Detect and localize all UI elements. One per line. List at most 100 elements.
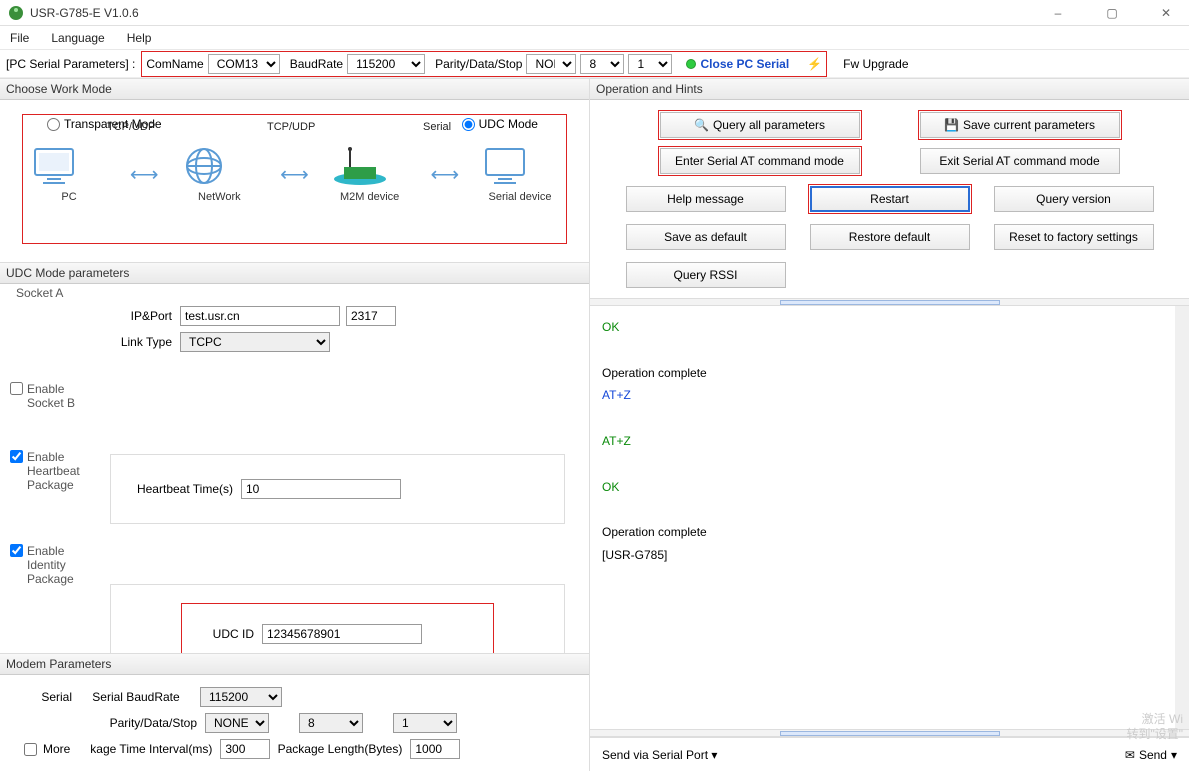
serial-label: Serial — [10, 690, 80, 704]
label-tcpudp-2: TCP/UDP — [267, 121, 315, 133]
udc-id-input[interactable] — [262, 624, 422, 644]
close-button[interactable]: ✕ — [1151, 6, 1181, 20]
serial-baudrate-select[interactable]: 115200 — [200, 687, 282, 707]
modem-stopbits-select[interactable]: 1 — [393, 713, 457, 733]
menu-file[interactable]: File — [6, 29, 33, 47]
comname-label: ComName — [146, 57, 203, 71]
maximize-button[interactable]: ▢ — [1097, 6, 1127, 20]
log-line: [USR-G785] — [602, 544, 1163, 567]
splitter[interactable] — [590, 298, 1189, 306]
query-rssi-button[interactable]: Query RSSI — [626, 262, 786, 288]
restore-default-label: Restore default — [849, 230, 930, 244]
enable-socket-b-label: Enable Socket B — [27, 382, 87, 410]
pc-label: PC — [29, 191, 109, 203]
comname-select[interactable]: COM13 — [208, 54, 280, 74]
send-via-dropdown[interactable]: Send via Serial Port ▾ — [602, 748, 717, 762]
network-label: NetWork — [179, 191, 259, 203]
close-pc-serial-link[interactable]: Close PC Serial — [686, 57, 789, 71]
search-icon: 🔍 — [694, 118, 709, 132]
save-current-button[interactable]: 💾 Save current parameters — [920, 112, 1120, 138]
query-version-button[interactable]: Query version — [994, 186, 1154, 212]
interval-label: kage Time Interval(ms) — [70, 742, 220, 756]
save-current-label: Save current parameters — [963, 118, 1095, 132]
baudrate-select[interactable]: 115200 — [347, 54, 425, 74]
send-label: Send — [1139, 748, 1167, 762]
socket-a-label: Socket A — [16, 286, 565, 300]
port-input[interactable] — [346, 306, 396, 326]
save-default-button[interactable]: Save as default — [626, 224, 786, 250]
log-area[interactable]: OK Operation completeAT+Z AT+Z OK Operat… — [590, 306, 1189, 729]
udc-mode-radio[interactable]: UDC Mode — [462, 117, 538, 131]
menu-language[interactable]: Language — [47, 29, 108, 47]
more-checkbox[interactable]: More — [24, 742, 70, 756]
heartbeat-time-input[interactable] — [241, 479, 401, 499]
bidir-arrow-icon: ⟷ — [130, 162, 159, 187]
minimize-button[interactable]: – — [1043, 6, 1073, 20]
linktype-select[interactable]: TCPC — [180, 332, 330, 352]
exit-at-label: Exit Serial AT command mode — [939, 154, 1099, 168]
linktype-label: Link Type — [10, 335, 180, 349]
pkglen-input[interactable] — [410, 739, 460, 759]
query-rssi-label: Query RSSI — [673, 268, 737, 282]
query-all-label: Query all parameters — [713, 118, 825, 132]
parity-select[interactable]: NONE — [526, 54, 576, 74]
splitter-bottom[interactable] — [590, 729, 1189, 737]
send-button[interactable]: ✉ Send ▾ — [1125, 748, 1177, 762]
m2m-label: M2M device — [330, 191, 410, 203]
save-icon: 💾 — [944, 118, 959, 132]
modem-databits-select[interactable]: 8 — [299, 713, 363, 733]
log-line: AT+Z — [602, 430, 1163, 453]
enable-socket-b-checkbox[interactable]: Enable Socket B — [10, 382, 565, 410]
send-via-label: Send via Serial Port — [602, 748, 708, 762]
serial-baudrate-label: Serial BaudRate — [80, 690, 200, 704]
close-pc-serial-label: Close PC Serial — [700, 57, 789, 71]
modem-params-header: Modem Parameters — [0, 653, 589, 675]
label-serial: Serial — [423, 121, 451, 133]
restore-default-button[interactable]: Restore default — [810, 224, 970, 250]
pc-serial-params-label: [PC Serial Parameters] : — [6, 57, 135, 71]
log-line: Operation complete — [602, 521, 1163, 544]
work-mode-box: Transparent Mode UDC Mode TCP/UDP TCP/UD… — [22, 114, 567, 244]
log-line — [602, 407, 1163, 430]
pds-label: Parity/Data/Stop — [435, 57, 522, 71]
log-line — [602, 339, 1163, 362]
stopbits-select[interactable]: 1 — [628, 54, 672, 74]
help-label: Help message — [667, 192, 744, 206]
databits-select[interactable]: 8 — [580, 54, 624, 74]
udc-mode-params-header: UDC Mode parameters — [0, 262, 589, 284]
log-line — [602, 453, 1163, 476]
restart-label: Restart — [870, 192, 909, 206]
log-line: OK — [602, 316, 1163, 339]
fw-upgrade-label: Fw Upgrade — [843, 57, 908, 71]
more-label: More — [43, 742, 70, 756]
app-icon — [8, 5, 24, 21]
dropdown-icon: ▾ — [711, 748, 717, 762]
modem-parity-select[interactable]: NONE — [205, 713, 269, 733]
reset-factory-button[interactable]: Reset to factory settings — [994, 224, 1154, 250]
menu-help[interactable]: Help — [123, 29, 156, 47]
help-message-button[interactable]: Help message — [626, 186, 786, 212]
restart-button[interactable]: Restart — [810, 186, 970, 212]
udc-mode-label: UDC Mode — [479, 117, 538, 131]
watermark-line2: 转到"设置" — [1126, 727, 1183, 741]
pkglen-label: Package Length(Bytes) — [270, 742, 410, 756]
query-all-button[interactable]: 🔍 Query all parameters — [660, 112, 860, 138]
serial-device-label: Serial device — [480, 191, 560, 203]
exit-at-button[interactable]: Exit Serial AT command mode — [920, 148, 1120, 174]
operations-grid-2: Help message Restart Query version Save … — [590, 186, 1189, 298]
window-title: USR-G785-E V1.0.6 — [30, 6, 139, 20]
reset-factory-label: Reset to factory settings — [1009, 230, 1138, 244]
ipport-label: IP&Port — [10, 309, 180, 323]
interval-input[interactable] — [220, 739, 270, 759]
enter-at-button[interactable]: Enter Serial AT command mode — [660, 148, 860, 174]
titlebar: USR-G785-E V1.0.6 – ▢ ✕ — [0, 0, 1189, 26]
fw-upgrade-link[interactable]: Fw Upgrade — [843, 57, 908, 71]
ip-input[interactable] — [180, 306, 340, 326]
grip-icon — [780, 731, 1000, 736]
enable-identity-label: Enable Identity Package — [27, 544, 87, 586]
enable-heartbeat-label: Enable Heartbeat Package — [27, 450, 97, 492]
heartbeat-time-label: Heartbeat Time(s) — [121, 482, 241, 496]
modem-pds-label: Parity/Data/Stop — [10, 716, 205, 730]
enable-identity-checkbox[interactable]: Enable Identity Package — [10, 544, 565, 586]
m2m-icon — [330, 145, 390, 187]
